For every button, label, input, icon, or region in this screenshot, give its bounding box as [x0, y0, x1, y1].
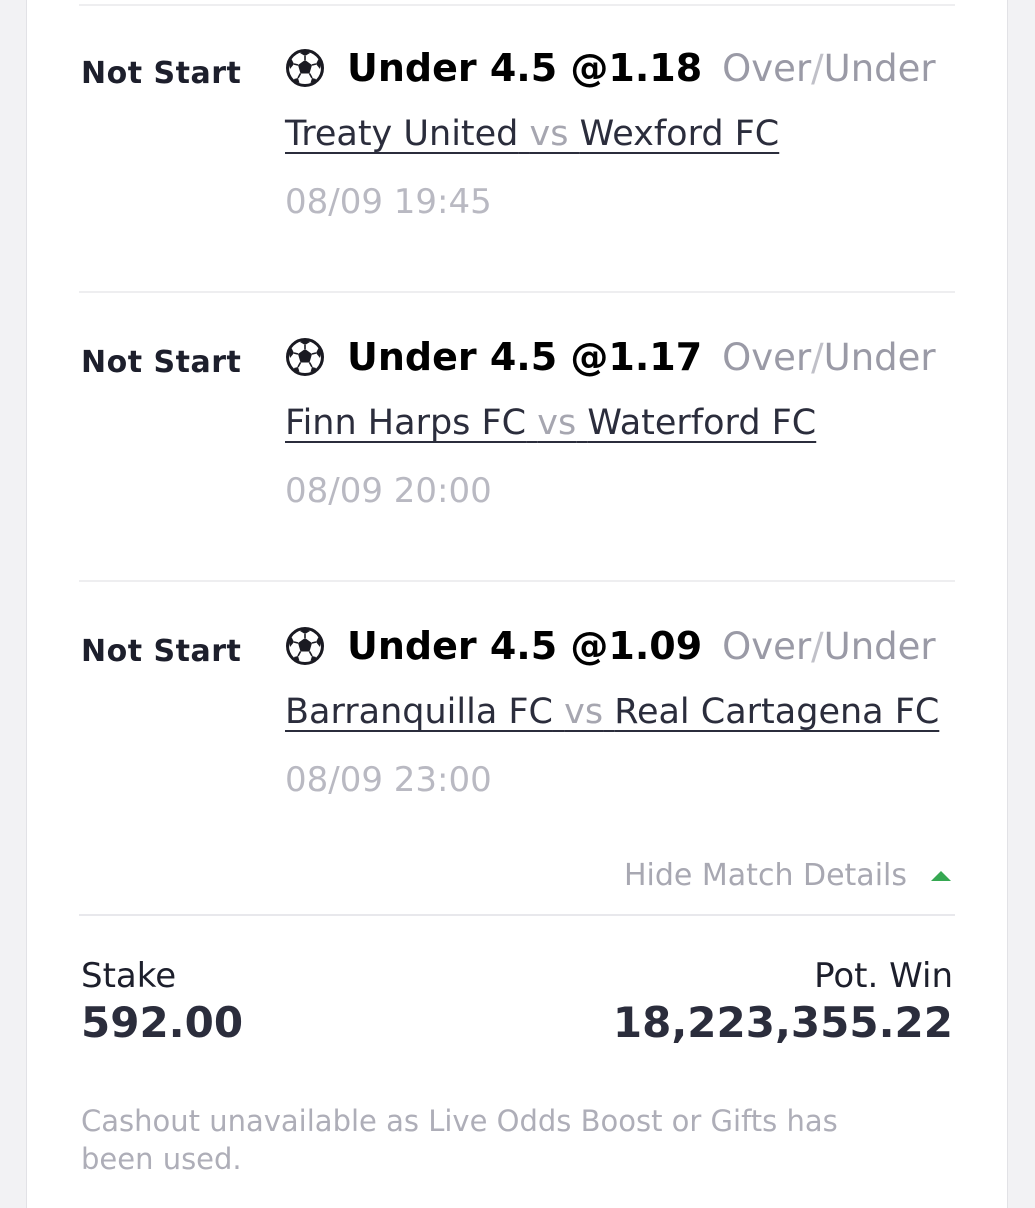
market-separator: /: [811, 46, 824, 90]
market-over: Over: [722, 335, 812, 379]
match-teams-link[interactable]: Treaty United vs Wexford FC: [285, 114, 779, 154]
soccer-ball-icon: [285, 48, 325, 88]
soccer-ball-icon: [285, 337, 325, 377]
bet-status: Not Start: [81, 634, 242, 669]
caret-up-icon: [931, 870, 951, 881]
bet-pick-line: Under 4.5 @1.09 Over/Under: [285, 624, 936, 668]
top-divider: [79, 4, 955, 6]
bet-pick-line: Under 4.5 @1.18 Over/Under: [285, 46, 936, 90]
bet-divider: [79, 291, 955, 293]
bet-market: Over/Under: [722, 47, 935, 90]
market-under: Under: [823, 624, 936, 668]
hide-match-details-label: Hide Match Details: [623, 858, 907, 893]
vs-separator: vs: [529, 114, 569, 154]
bet-status: Not Start: [81, 345, 242, 380]
market-under: Under: [823, 335, 936, 379]
bet-pick: Under 4.5 @1.09: [347, 624, 703, 668]
away-team[interactable]: Waterford FC: [587, 403, 816, 443]
potential-win-label: Pot. Win: [814, 956, 953, 996]
stake-value: 592.00: [81, 998, 244, 1047]
stake-label: Stake: [81, 956, 177, 996]
market-under: Under: [823, 46, 936, 90]
match-time: 08/09 23:00: [285, 760, 492, 800]
bet-status: Not Start: [81, 56, 242, 91]
away-team[interactable]: Wexford FC: [580, 114, 780, 154]
vs-separator: vs: [537, 403, 577, 443]
market-separator: /: [811, 624, 824, 668]
market-over: Over: [722, 46, 812, 90]
bet-divider: [79, 580, 955, 582]
bet-item: Not Start Under 4.5 @1.17 Over/Under Fin…: [79, 299, 955, 579]
home-team[interactable]: Finn Harps FC: [285, 403, 526, 443]
bet-pick: Under 4.5 @1.18: [347, 46, 703, 90]
vs-separator: vs: [564, 692, 604, 732]
bet-market: Over/Under: [722, 336, 935, 379]
bet-market: Over/Under: [722, 625, 935, 668]
soccer-ball-icon: [285, 626, 325, 666]
bet-item: Not Start Under 4.5 @1.09 Over/Under Bar…: [79, 588, 955, 868]
bet-pick-line: Under 4.5 @1.17 Over/Under: [285, 335, 936, 379]
match-time: 08/09 20:00: [285, 471, 492, 511]
hide-match-details-button[interactable]: Hide Match Details: [624, 858, 951, 893]
bet-pick: Under 4.5 @1.17: [347, 335, 703, 379]
totals-divider: [79, 914, 955, 916]
market-separator: /: [811, 335, 824, 379]
bet-item: Not Start Under 4.5 @1.18 Over/Under Tre…: [79, 10, 955, 290]
cashout-unavailable-note: Cashout unavailable as Live Odds Boost o…: [81, 1104, 838, 1176]
market-over: Over: [722, 624, 812, 668]
match-teams-link[interactable]: Barranquilla FC vs Real Cartagena FC: [285, 692, 939, 732]
match-time: 08/09 19:45: [285, 182, 492, 222]
bet-slip-card: Not Start Under 4.5 @1.18 Over/Under Tre…: [26, 0, 1008, 1208]
away-team[interactable]: Real Cartagena FC: [614, 692, 939, 732]
match-teams-link[interactable]: Finn Harps FC vs Waterford FC: [285, 403, 816, 443]
home-team[interactable]: Barranquilla FC: [285, 692, 553, 732]
potential-win-value: 18,223,355.22: [612, 998, 953, 1047]
home-team[interactable]: Treaty United: [285, 114, 518, 154]
